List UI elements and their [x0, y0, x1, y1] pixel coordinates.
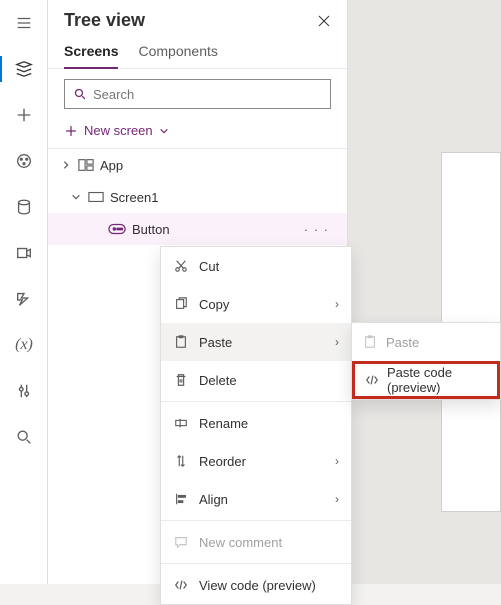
comment-icon: [173, 534, 189, 550]
panel-title: Tree view: [64, 10, 145, 31]
button-control-icon: [108, 223, 126, 235]
code-icon: [173, 577, 189, 593]
submenu-paste-code[interactable]: Paste code (preview): [352, 361, 500, 399]
tree-node-label: Screen1: [110, 190, 335, 205]
paste-icon: [362, 334, 378, 350]
theme-palette-icon[interactable]: [0, 138, 48, 184]
more-options-button[interactable]: · · ·: [304, 222, 335, 237]
tree-node-app[interactable]: App: [48, 149, 347, 181]
chevron-right-icon: ›: [335, 492, 339, 506]
rename-icon: [173, 415, 189, 431]
delete-icon: [173, 372, 189, 388]
menu-cut[interactable]: Cut: [161, 247, 351, 285]
tree-node-button[interactable]: Button · · ·: [48, 213, 347, 245]
menu-view-code[interactable]: View code (preview): [161, 566, 351, 604]
menu-rename[interactable]: Rename: [161, 404, 351, 442]
cut-icon: [173, 258, 189, 274]
menu-new-comment: New comment: [161, 523, 351, 561]
align-icon: [173, 491, 189, 507]
chevron-right-icon: ›: [335, 335, 339, 349]
context-menu: Cut Copy › Paste › Delete Rename Reorder…: [160, 246, 352, 605]
paste-submenu: Paste Paste code (preview): [351, 322, 501, 400]
canvas-area: [348, 0, 501, 584]
paste-icon: [173, 334, 189, 350]
menu-reorder[interactable]: Reorder ›: [161, 442, 351, 480]
chevron-right-icon: ›: [335, 297, 339, 311]
tree-view-icon[interactable]: [0, 46, 48, 92]
power-automate-icon[interactable]: [0, 276, 48, 322]
insert-icon[interactable]: [0, 92, 48, 138]
menu-separator: [161, 401, 351, 402]
submenu-paste: Paste: [352, 323, 500, 361]
new-screen-button[interactable]: New screen: [48, 115, 347, 149]
chevron-right-icon[interactable]: [60, 160, 72, 170]
reorder-icon: [173, 453, 189, 469]
code-icon: [365, 372, 379, 388]
menu-paste[interactable]: Paste ›: [161, 323, 351, 361]
screen-icon: [88, 191, 104, 203]
tab-components[interactable]: Components: [138, 37, 217, 68]
tree-node-screen1[interactable]: Screen1: [48, 181, 347, 213]
left-rail: (x): [0, 0, 48, 584]
menu-align[interactable]: Align ›: [161, 480, 351, 518]
menu-delete[interactable]: Delete: [161, 361, 351, 399]
copy-icon: [173, 296, 189, 312]
advanced-tools-icon[interactable]: [0, 368, 48, 414]
submenu-label: Paste: [386, 335, 419, 350]
panel-tabs: Screens Components: [48, 37, 347, 69]
search-box[interactable]: [64, 79, 331, 109]
search-rail-icon[interactable]: [0, 414, 48, 460]
chevron-right-icon: ›: [335, 454, 339, 468]
tree-node-label: App: [100, 158, 335, 173]
hamburger-menu-icon[interactable]: [0, 0, 48, 46]
search-input[interactable]: [93, 87, 322, 102]
menu-separator: [161, 563, 351, 564]
close-panel-button[interactable]: [317, 14, 331, 28]
app-icon: [78, 158, 94, 172]
data-icon[interactable]: [0, 184, 48, 230]
chevron-down-icon[interactable]: [70, 192, 82, 202]
variables-icon[interactable]: (x): [0, 322, 48, 368]
submenu-label: Paste code (preview): [387, 365, 487, 395]
new-screen-label: New screen: [84, 123, 153, 138]
menu-separator: [161, 520, 351, 521]
tree-node-label: Button: [132, 222, 298, 237]
media-icon[interactable]: [0, 230, 48, 276]
tab-screens[interactable]: Screens: [64, 37, 118, 69]
menu-copy[interactable]: Copy ›: [161, 285, 351, 323]
